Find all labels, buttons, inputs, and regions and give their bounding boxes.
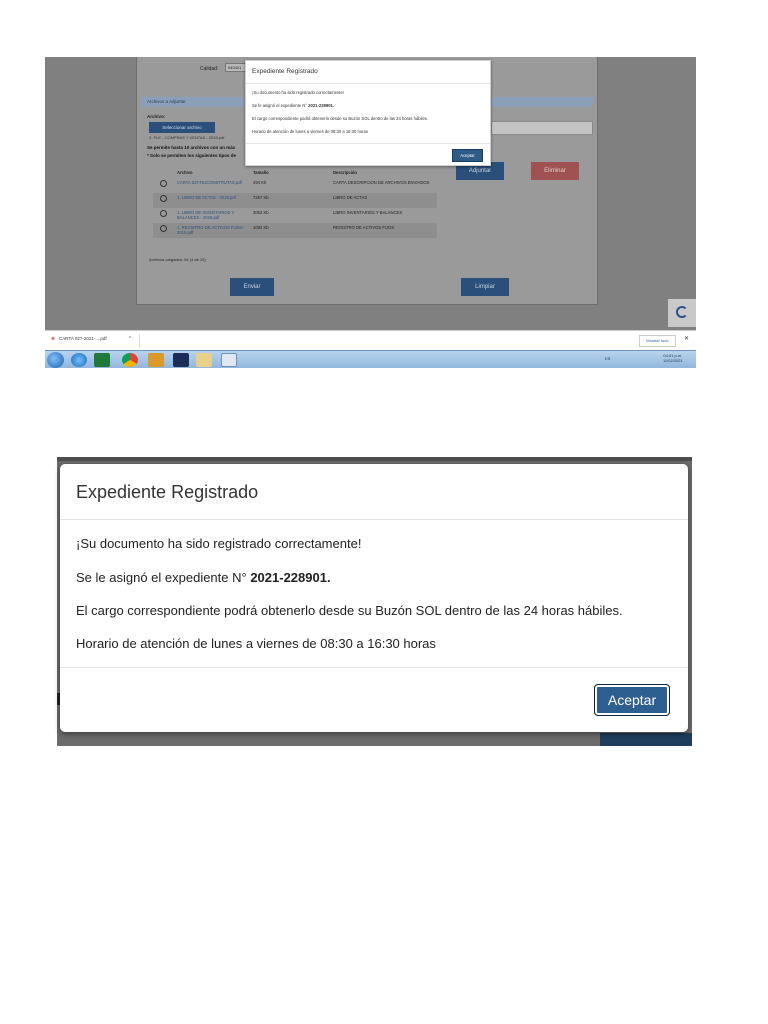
success-message: ¡Su documento ha sido registrado correct… — [252, 90, 344, 95]
horario-message: Horario de atención de lunes a viernes d… — [76, 636, 436, 651]
row-size: 7267 Kb — [253, 195, 269, 200]
clock[interactable]: 04:01 p.m. 11/02/2021 — [663, 353, 683, 363]
select-file-button[interactable]: Seleccionar archivo — [149, 122, 215, 133]
table-header: Archivo Tamaño Descripción — [153, 166, 437, 178]
folder-icon[interactable] — [196, 353, 212, 367]
calidad-label: Calidad: — [200, 66, 219, 72]
expediente-number: 2021-228901. — [250, 570, 331, 585]
eliminar-button[interactable]: Eliminar — [531, 162, 579, 180]
row-desc: REGISTRO DE ACTIVOS FIJOS — [333, 225, 395, 230]
pdf-icon: ⚛ — [51, 336, 56, 341]
dialog-footer — [60, 667, 688, 668]
files-table: Archivo Tamaño Descripción CARTA 027-RUC… — [153, 166, 437, 238]
window-icon[interactable] — [221, 353, 237, 367]
limpiar-button[interactable]: Limpiar — [461, 278, 509, 296]
col-descripcion: Descripción — [333, 169, 357, 175]
start-button-icon[interactable] — [47, 352, 64, 368]
ie-icon[interactable] — [71, 353, 87, 367]
expediente-line: Se le asignó el expediente N° 2021-22890… — [252, 103, 335, 108]
files-loaded-count: Archivos cargados: 04 (4 de 10) — [149, 257, 206, 262]
download-bar: ⚛ CARTA 027-2021-....pdf ^ Mostrar todo ✕ — [45, 330, 696, 351]
description-input[interactable] — [491, 121, 593, 135]
row-file-link[interactable]: CARTA 027-RUCONSTRUTAS.pdf — [177, 180, 253, 185]
table-row[interactable]: 1. LIBRO DE INVENTARIOS Y BALANCES - 201… — [153, 208, 437, 223]
row-file-link[interactable]: 1. LIBRO DE INVENTARIOS Y BALANCES - 201… — [177, 210, 253, 220]
enviar-button[interactable]: Enviar — [230, 278, 274, 296]
download-item[interactable]: ⚛ CARTA 027-2021-....pdf — [51, 336, 107, 342]
page-overlay: Calidad: 940401 Archivos a Adjuntar Arch… — [45, 57, 696, 330]
app-icon[interactable] — [173, 353, 189, 367]
excel-icon[interactable] — [94, 353, 110, 367]
row-radio[interactable] — [160, 210, 167, 217]
horario-message: Horario de atención de lunes a viernes d… — [252, 129, 368, 134]
language-indicator[interactable]: ES — [605, 356, 610, 361]
row-size: 494 Kb — [253, 180, 267, 185]
row-desc: CARTA DESCRIPCION DE ARCHIVOS ENVIADOS — [333, 180, 430, 185]
background-panel — [600, 733, 692, 746]
archivo-label: Archivo: — [147, 114, 166, 119]
dialog-title: Expediente Registrado — [76, 482, 259, 502]
app-icon[interactable] — [148, 353, 164, 367]
table-row[interactable]: 1. REGISTRO DE ACTIVOS FIJOS - 2019.pdf … — [153, 223, 437, 238]
browser-screenshot: Calidad: 940401 Archivos a Adjuntar Arch… — [45, 57, 696, 368]
row-file-link[interactable]: 1. REGISTRO DE ACTIVOS FIJOS - 2019.pdf — [177, 225, 253, 235]
row-radio[interactable] — [160, 180, 167, 187]
expediente-dialog: Expediente Registrado ¡Su documento ha s… — [60, 464, 688, 732]
row-desc: LIBRO DE ACTAS — [333, 195, 368, 200]
row-desc: LIBRO INVENTARIOS Y BALANCES — [333, 210, 403, 215]
aceptar-button[interactable]: Aceptar — [594, 684, 670, 716]
expediente-line: Se le asignó el expediente N° 2021-22890… — [76, 570, 331, 585]
cargo-message: El cargo correspondiente podrá obtenerlo… — [76, 603, 623, 618]
close-icon[interactable]: ✕ — [684, 335, 689, 342]
show-all-button[interactable]: Mostrar todo — [639, 335, 676, 347]
row-radio[interactable] — [160, 225, 167, 232]
recaptcha-icon — [676, 306, 688, 318]
taskbar: ES 04:01 p.m. 11/02/2021 — [45, 350, 696, 368]
chevron-up-icon[interactable]: ^ — [129, 336, 131, 342]
aceptar-button[interactable]: Aceptar — [452, 149, 483, 162]
dialog-header: Expediente Registrado — [60, 464, 688, 520]
success-message: ¡Su documento ha sido registrado correct… — [76, 536, 362, 551]
col-archivo: Archivo — [177, 169, 193, 175]
expediente-number: 2021-228901. — [308, 103, 335, 108]
expediente-dialog-small: Expediente Registrado ¡Su documento ha s… — [245, 60, 491, 166]
dialog-title: Expediente Registrado — [246, 61, 490, 84]
chrome-icon[interactable] — [122, 353, 138, 367]
row-size: 1082 Kb — [253, 225, 269, 230]
file-types-note: * Solo se permiten los siguientes tipos … — [147, 153, 237, 158]
col-tamano: Tamaño — [253, 169, 269, 175]
row-file-link[interactable]: 1. LIBRO DE ACTAS - 2019.pdf — [177, 195, 253, 200]
table-row[interactable]: CARTA 027-RUCONSTRUTAS.pdf 494 Kb CARTA … — [153, 178, 437, 193]
cargo-message: El cargo correspondiente podrá obtenerlo… — [252, 116, 429, 121]
table-row[interactable]: 1. LIBRO DE ACTAS - 2019.pdf 7267 Kb LIB… — [153, 193, 437, 208]
row-size: 3062 Kb — [253, 210, 269, 215]
dialog-body: ¡Su documento ha sido registrado correct… — [246, 84, 490, 134]
recaptcha-badge[interactable] — [668, 299, 696, 327]
file-limit-note: Se permite hasta 10 archivos con un máx — [147, 145, 236, 150]
dialog-footer: Aceptar — [246, 143, 490, 166]
selected-file-text: 2. PLE - COMPRAS Y VENTAS - 2019.pdf — [149, 135, 225, 140]
row-radio[interactable] — [160, 195, 167, 202]
